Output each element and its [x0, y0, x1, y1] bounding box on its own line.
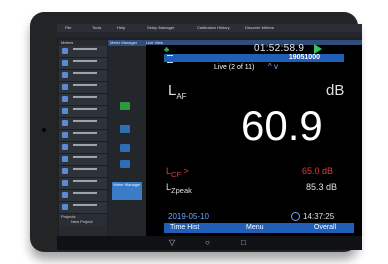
meter-icon	[62, 132, 68, 138]
overall-button[interactable]: Overall	[314, 224, 336, 232]
meter-live-view: Live View ♣ 01:52:58.9 19051000 Live (2 …	[146, 40, 362, 236]
menu-help[interactable]: Help	[117, 25, 125, 30]
meters-sidebar: Meters	[59, 40, 107, 236]
page-nav-arrows[interactable]: ^ v	[268, 62, 278, 71]
meter-icon	[62, 168, 68, 174]
meter-status-icon: ♣	[164, 45, 170, 54]
time-hist-button[interactable]: Time Hist	[170, 224, 199, 232]
sidebar-item[interactable]	[59, 46, 107, 58]
main-metric-label: LAF	[168, 82, 187, 101]
sidebar-item-label	[73, 168, 97, 170]
new-project-link[interactable]: New Project	[59, 219, 107, 224]
meter-icon	[62, 144, 68, 150]
home-icon[interactable]: ○	[205, 238, 210, 247]
device-bottom-bar: Time Hist Menu Overall	[164, 223, 354, 233]
meter-icon	[62, 192, 68, 198]
sidebar-item[interactable]	[59, 106, 107, 118]
sidebar-item[interactable]	[59, 82, 107, 94]
sidebar-item[interactable]	[59, 154, 107, 166]
recents-icon[interactable]: □	[241, 238, 246, 247]
serial-bar: 19051000	[164, 54, 344, 63]
sidebar-item-label	[73, 156, 97, 158]
meter-icon	[62, 156, 68, 162]
export-button[interactable]	[120, 144, 130, 152]
sync-button[interactable]	[120, 160, 130, 168]
projects-panel: Projects New Project	[59, 214, 107, 226]
menu-discover-meters[interactable]: Discover Meters	[245, 25, 274, 30]
run-play-icon[interactable]	[314, 44, 322, 54]
sidebar-item[interactable]	[59, 178, 107, 190]
menu-setup-manager[interactable]: Setup Manager	[147, 25, 174, 30]
menu-calibration-history[interactable]: Calibration History	[197, 25, 230, 30]
sidebar-item-label	[73, 60, 97, 62]
run-clock: 01:52:58.9	[254, 43, 305, 54]
sidebar-item[interactable]	[59, 142, 107, 154]
sidebar-item[interactable]	[59, 190, 107, 202]
meter-manager-panel: Meter Manager Meter Manager	[108, 40, 146, 236]
meter-icon	[62, 60, 68, 66]
time-readout: 14:37:25	[303, 212, 335, 221]
clock-icon	[291, 212, 300, 221]
lcf-label: LCF >	[166, 166, 189, 179]
sidebar-item-label	[73, 84, 97, 86]
camera-icon	[42, 128, 46, 132]
meter-icon	[62, 108, 68, 114]
menu-tools[interactable]: Tools	[92, 25, 101, 30]
sidebar-item[interactable]	[59, 58, 107, 70]
live-page-indicator: Live (2 of 11)	[214, 64, 255, 71]
lzpeak-value: 85.3 dB	[306, 182, 338, 192]
sidebar-item-label	[73, 144, 97, 146]
main-metric-unit: dB	[326, 82, 345, 99]
meter-icon	[62, 84, 68, 90]
tab-strip	[57, 32, 362, 37]
sidebar-item[interactable]	[59, 166, 107, 178]
download-button[interactable]	[120, 125, 130, 133]
sidebar-item[interactable]	[59, 118, 107, 130]
menu-button[interactable]: Menu	[246, 224, 264, 232]
sidebar-item-label	[73, 72, 97, 74]
meter-manager-header: Meter Manager	[108, 40, 146, 46]
android-nav-bar: ▽ ○ □	[57, 236, 362, 250]
meter-icon	[62, 48, 68, 54]
main-metric-value: 60.9	[241, 102, 323, 149]
meter-icon	[62, 120, 68, 126]
sidebar-item-label	[73, 48, 97, 50]
sidebar-item-label	[73, 204, 97, 206]
list-icon[interactable]	[167, 55, 173, 63]
sidebar-item[interactable]	[59, 70, 107, 82]
menu-file[interactable]: File	[65, 25, 71, 30]
sidebar-item-label	[73, 132, 97, 134]
sidebar-item-label	[73, 120, 97, 122]
app-screen: File Tools Help Setup Manager Calibratio…	[57, 24, 362, 250]
date-readout: 2019-05-10	[168, 212, 209, 221]
meter-icon	[62, 96, 68, 102]
play-button[interactable]	[120, 102, 130, 110]
serial-number: 19051000	[288, 54, 320, 61]
sidebar-item[interactable]	[59, 94, 107, 106]
meter-icon	[62, 72, 68, 78]
meter-manager-button[interactable]: Meter Manager	[112, 182, 142, 200]
sidebar-item[interactable]	[59, 202, 107, 214]
sidebar-item[interactable]	[59, 130, 107, 142]
meter-icon	[62, 204, 68, 210]
meter-icon	[62, 180, 68, 186]
sidebar-header: Meters	[61, 40, 74, 45]
sidebar-item-label	[73, 192, 97, 194]
lcf-value: 65.0 dB	[302, 166, 334, 176]
sidebar-item-label	[73, 96, 97, 98]
sidebar-item-label	[73, 180, 97, 182]
lzpeak-label: LZpeak	[166, 182, 192, 195]
menu-bar: File Tools Help Setup Manager Calibratio…	[57, 24, 362, 32]
back-icon[interactable]: ▽	[169, 238, 175, 247]
sidebar-item-label	[73, 108, 97, 110]
